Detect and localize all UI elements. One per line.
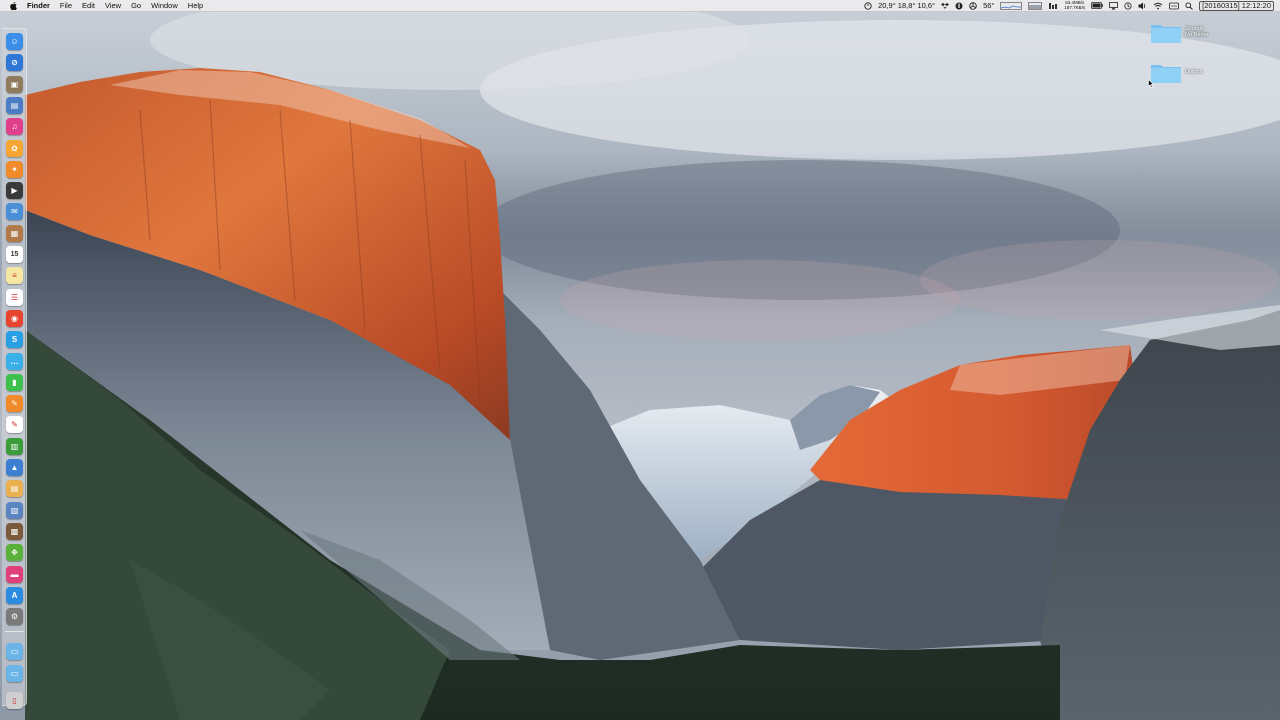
menu-file[interactable]: File [60, 0, 72, 11]
finder-icon[interactable]: ☺ [6, 33, 23, 50]
appstore-icon[interactable]: A [6, 586, 23, 604]
menu-bar: Finder File Edit View Go Window Help 20,… [0, 0, 1280, 12]
books-icon[interactable]: ▤ [6, 480, 23, 498]
cpu-graph-icon[interactable] [1000, 1, 1023, 10]
preview2-icon[interactable]: ▧ [6, 501, 23, 519]
menu-view[interactable]: View [105, 0, 121, 11]
memory-graph-icon[interactable] [1028, 1, 1043, 10]
dock: ☺ ⊘ ▣ ▤ ♫ ✿ ✦ ▶ ✉ ▦ 15 ≡ ☰ ◉ S … ▮ ✎ ✎ ▥ ▲ ▤ ▧ ▩ ✥ ▬ A ⚙ ▭ ▭ ▯ [2, 28, 27, 709]
dock-separator [5, 631, 24, 633]
itunes-icon[interactable]: ♫ [6, 118, 23, 136]
contacts-icon[interactable]: ▦ [6, 224, 23, 242]
keyboard-layout-icon[interactable] [1169, 2, 1180, 10]
trash-icon[interactable]: ▯ [6, 692, 23, 709]
network-down-readout: 187.7KB/s [1064, 4, 1086, 10]
menu-go[interactable]: Go [131, 0, 141, 11]
ibooks-icon[interactable]: ✦ [6, 160, 23, 178]
menu-edit[interactable]: Edit [82, 0, 95, 11]
app-menu-finder[interactable]: Finder [27, 0, 50, 11]
preview-icon[interactable]: ▤ [6, 96, 23, 114]
volume-icon[interactable] [1138, 2, 1147, 10]
airplay-icon[interactable] [1109, 1, 1119, 10]
folder-icon [1151, 65, 1181, 83]
imovie-icon[interactable]: ▶ [6, 182, 23, 200]
menubar-clock[interactable]: [20160315] 12:12:20 [1199, 0, 1274, 11]
thermometer-icon[interactable] [864, 1, 872, 10]
safari-icon[interactable]: ⊘ [6, 54, 23, 72]
photos-icon[interactable]: ✿ [6, 139, 23, 157]
reminders-icon[interactable]: ☰ [6, 288, 23, 306]
calendar-icon[interactable]: 15 [6, 246, 23, 263]
battery-temp-readout[interactable]: 56° [983, 0, 994, 11]
desktop-icon-label: Dojona [1185, 69, 1203, 75]
dropbox-icon[interactable] [941, 2, 950, 10]
apple-menu-icon[interactable] [8, 1, 18, 10]
temperature-readout[interactable]: 20,9° 18,8° 10,6° [878, 0, 935, 11]
facetime-icon[interactable]: ▮ [6, 373, 23, 391]
migration-icon[interactable]: ▣ [6, 75, 23, 93]
status-area: 20,9° 18,8° 10,6° 56° 63.4MB/s 187.7KB/s [858, 0, 1274, 11]
desktop-wallpaper [0, 0, 1280, 720]
mouse-cursor-icon [1148, 79, 1154, 88]
network-readout[interactable]: 63.4MB/s 187.7KB/s [1064, 0, 1086, 10]
menu-window[interactable]: Window [151, 0, 178, 11]
chrome-icon[interactable]: ◉ [6, 309, 23, 327]
spotlight-search-icon[interactable] [1185, 1, 1194, 10]
documents-folder-icon[interactable]: ▭ [6, 664, 23, 682]
fan-icon[interactable] [969, 1, 977, 10]
wifi-icon[interactable] [1153, 2, 1163, 10]
battery-icon[interactable] [1091, 2, 1103, 9]
evernote-icon[interactable]: ✥ [6, 544, 23, 562]
notes-icon[interactable]: ≡ [6, 267, 23, 285]
numbers-icon[interactable]: ▥ [6, 437, 23, 455]
disk-graph-icon[interactable] [1048, 2, 1058, 10]
menu-help[interactable]: Help [188, 0, 203, 11]
downloads-folder-icon[interactable]: ▭ [6, 643, 23, 661]
desktop-icon-dojona[interactable]: Dojona [1150, 62, 1220, 84]
textedit-icon[interactable]: ✎ [6, 416, 23, 434]
screen-icon[interactable]: ▬ [6, 565, 23, 583]
folder-icon [1151, 25, 1181, 43]
messages-icon[interactable]: … [6, 352, 23, 370]
istat-icon[interactable] [955, 2, 963, 10]
desktop-icon-sounds[interactable]: Sounds No Name [1150, 22, 1220, 44]
desktop-icon-label: Sounds No Name [1185, 26, 1208, 38]
keynote-icon[interactable]: ▲ [6, 459, 23, 476]
skype-icon[interactable]: S [6, 331, 23, 349]
archive-icon[interactable]: ▩ [6, 522, 23, 540]
time-machine-icon[interactable] [1124, 1, 1132, 10]
system-prefs-icon[interactable]: ⚙ [6, 608, 23, 626]
mail-icon[interactable]: ✉ [6, 203, 23, 221]
desktop-icon-subtitle: No Name [1185, 32, 1209, 38]
pages-icon[interactable]: ✎ [6, 395, 23, 413]
